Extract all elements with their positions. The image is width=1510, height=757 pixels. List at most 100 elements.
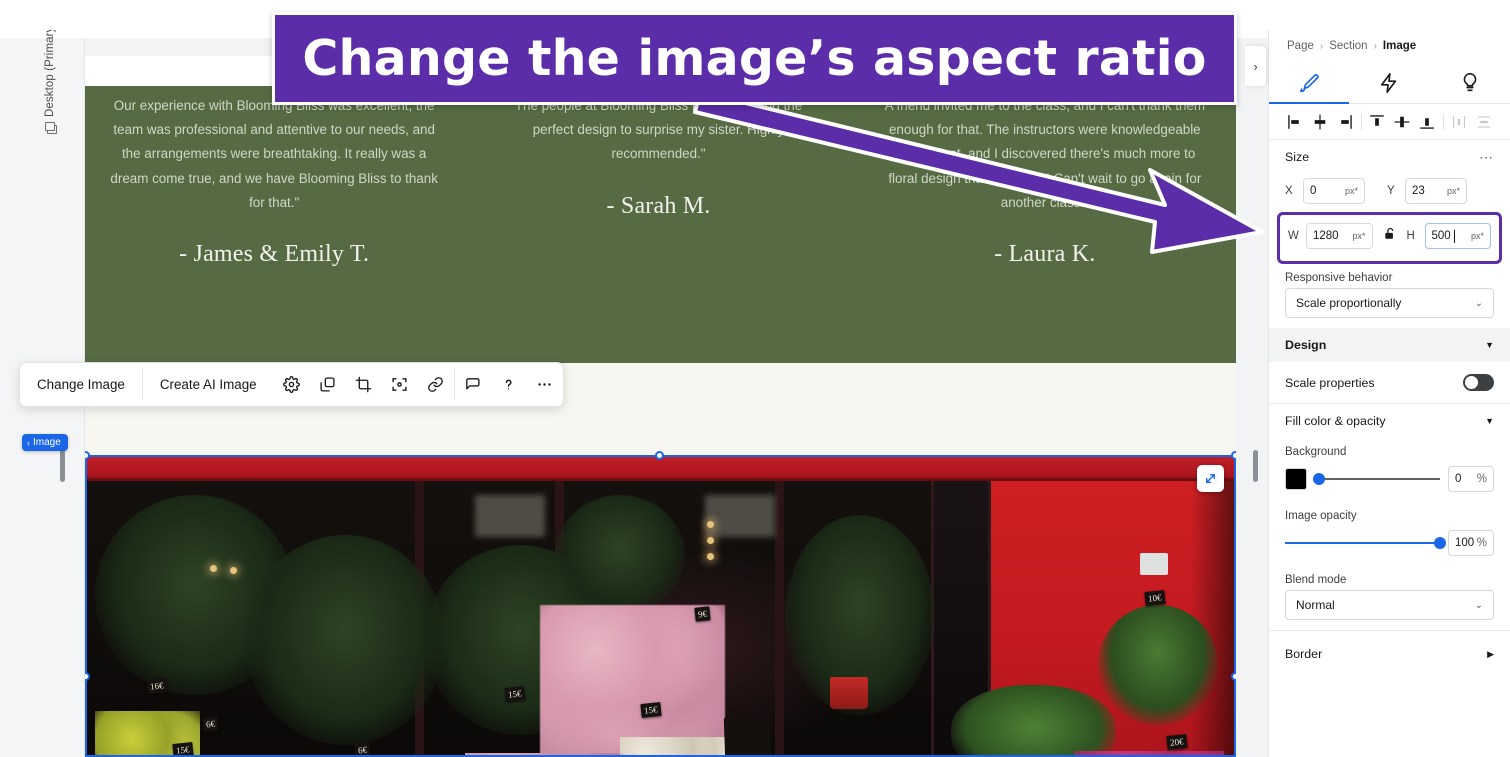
aspect-lock-button[interactable] xyxy=(1383,226,1397,246)
expand-image-button[interactable] xyxy=(1197,465,1224,492)
ceiling-lamp-icon xyxy=(707,521,714,528)
panel-tabs xyxy=(1269,62,1510,104)
pink-hydrangea-bouquet xyxy=(540,605,725,755)
background-opacity-slider[interactable] xyxy=(1312,473,1440,485)
breadcrumb: Page › Section › Image xyxy=(1269,30,1510,62)
unlocked-padlock-icon xyxy=(1384,227,1393,239)
height-unit: px* xyxy=(1470,231,1484,241)
background-opacity-input[interactable]: 0 % xyxy=(1448,466,1494,492)
selected-element-badge[interactable]: ‹ Image xyxy=(22,434,68,451)
blend-mode-value: Normal xyxy=(1296,598,1335,612)
comment-button[interactable] xyxy=(455,363,491,406)
align-middle-vertical-button[interactable] xyxy=(1391,110,1414,134)
selected-image-container[interactable]: 16€ 6€ 15€ 6€ 10€ 15€ 15€ 9€ 10€ 20€ 15€ xyxy=(85,455,1236,757)
design-section-header[interactable]: Design ▼ xyxy=(1269,328,1510,362)
layers-copy-icon xyxy=(320,377,335,392)
expand-diagonal-icon xyxy=(1206,474,1215,483)
blend-mode-select[interactable]: Normal ⌄ xyxy=(1285,590,1494,620)
focal-point-button[interactable] xyxy=(382,363,418,406)
breadcrumb-item-section[interactable]: Section xyxy=(1329,40,1367,52)
testimonial-card[interactable]: The people at Blooming Bliss helped me f… xyxy=(463,94,853,363)
width-value: 1280 xyxy=(1313,230,1339,242)
settings-gear-button[interactable] xyxy=(274,363,310,406)
help-button[interactable] xyxy=(491,363,527,406)
testimonial-card[interactable]: Our experience with Blooming Bliss was e… xyxy=(85,94,463,363)
lightning-bolt-icon xyxy=(1381,72,1397,93)
align-top-icon xyxy=(1370,114,1384,126)
more-options-button[interactable] xyxy=(527,363,563,406)
testimonial-author: - Sarah M. xyxy=(606,192,711,219)
position-fields: X 0 px* Y 23 px* xyxy=(1269,174,1510,210)
height-label: H xyxy=(1406,230,1415,242)
resize-handle-top-center[interactable] xyxy=(655,451,664,460)
viewport-label-text: Desktop (Primary) xyxy=(44,30,56,117)
toggle-knob xyxy=(1465,376,1478,389)
align-left-icon xyxy=(1288,114,1299,129)
height-input[interactable]: 500 px* xyxy=(1424,223,1491,249)
testimonial-author: - Laura K. xyxy=(994,241,1096,268)
width-input[interactable]: 1280 px* xyxy=(1306,223,1373,249)
price-tag: 6€ xyxy=(202,716,219,732)
testimonial-card[interactable]: A friend invited me to the class, and I … xyxy=(854,94,1236,363)
flower-shop-photo[interactable]: 16€ 6€ 15€ 6€ 10€ 15€ 15€ 9€ 10€ 20€ 15€ xyxy=(85,455,1236,757)
background-opacity-row: 0 % xyxy=(1269,462,1510,502)
properties-panel: Page › Section › Image Size ⋯ X 0 px* Y … xyxy=(1268,30,1510,757)
breadcrumb-item-page[interactable]: Page xyxy=(1287,40,1314,52)
testimonials-section[interactable]: Our experience with Blooming Bliss was e… xyxy=(85,86,1236,363)
viewport-selector[interactable]: Desktop (Primary) xyxy=(44,30,56,134)
section-drag-handle-left[interactable] xyxy=(60,450,65,482)
width-height-highlight: W 1280 px* H 500 px* xyxy=(1277,212,1502,264)
slider-thumb[interactable] xyxy=(1312,473,1325,485)
price-tag: 16€ xyxy=(146,678,168,694)
paintbrush-icon xyxy=(1300,73,1319,92)
responsive-behavior-select[interactable]: Scale proportionally ⌄ xyxy=(1285,288,1494,318)
slider-thumb[interactable] xyxy=(1434,537,1446,549)
settings-gear-icon xyxy=(283,376,301,393)
help-icon xyxy=(505,379,512,390)
size-more-options-icon[interactable]: ⋯ xyxy=(1479,149,1494,166)
layers-button[interactable] xyxy=(310,363,346,406)
image-opacity-value: 100 xyxy=(1455,537,1475,549)
breadcrumb-item-image[interactable]: Image xyxy=(1383,40,1416,52)
create-ai-image-button[interactable]: Create AI Image xyxy=(143,363,274,406)
align-right-icon xyxy=(1341,114,1352,129)
background-color-swatch[interactable] xyxy=(1285,468,1307,490)
width-unit: px* xyxy=(1352,231,1366,241)
design-section-title: Design xyxy=(1285,338,1327,352)
tab-design[interactable] xyxy=(1269,62,1350,104)
fill-color-opacity-header[interactable]: Fill color & opacity ▼ xyxy=(1269,404,1510,438)
crop-button[interactable] xyxy=(346,363,382,406)
align-center-horizontal-button[interactable] xyxy=(1309,110,1332,134)
x-input[interactable]: 0 px* xyxy=(1303,178,1365,204)
align-bottom-icon xyxy=(1420,117,1434,129)
text-caret xyxy=(1453,229,1455,243)
breadcrumb-separator-icon: › xyxy=(1373,40,1377,52)
distribute-vertical-button[interactable] xyxy=(1473,110,1496,134)
resize-handle-top-right[interactable] xyxy=(1231,451,1236,460)
align-bottom-button[interactable] xyxy=(1416,110,1439,134)
tab-interactions[interactable] xyxy=(1349,62,1429,103)
chevron-right-icon: › xyxy=(1253,58,1258,74)
border-section-header[interactable]: Border ▶ xyxy=(1269,637,1510,671)
tab-insights[interactable] xyxy=(1430,62,1510,103)
distribute-horizontal-button[interactable] xyxy=(1448,110,1471,134)
resize-handle-right-middle[interactable] xyxy=(1231,672,1236,681)
change-image-button[interactable]: Change Image xyxy=(20,363,142,406)
link-button[interactable] xyxy=(418,363,454,406)
align-left-button[interactable] xyxy=(1284,110,1307,134)
image-opacity-input[interactable]: 100 % xyxy=(1448,530,1494,556)
hanging-greenery xyxy=(1098,605,1218,725)
link-icon xyxy=(428,377,443,392)
image-opacity-slider[interactable] xyxy=(1285,537,1446,549)
align-top-button[interactable] xyxy=(1366,110,1389,134)
scale-properties-toggle[interactable] xyxy=(1463,374,1494,391)
background-opacity-value: 0 xyxy=(1455,473,1462,485)
align-right-button[interactable] xyxy=(1334,110,1357,134)
alignment-toolbar xyxy=(1269,104,1510,140)
element-toolbar[interactable]: Change Image Create AI Image xyxy=(19,362,564,407)
section-drag-handle-right[interactable] xyxy=(1253,450,1258,482)
y-input[interactable]: 23 px* xyxy=(1405,178,1467,204)
crop-icon xyxy=(355,376,372,393)
collapse-panel-button[interactable]: › xyxy=(1245,45,1267,87)
scale-properties-label: Scale properties xyxy=(1285,375,1375,390)
